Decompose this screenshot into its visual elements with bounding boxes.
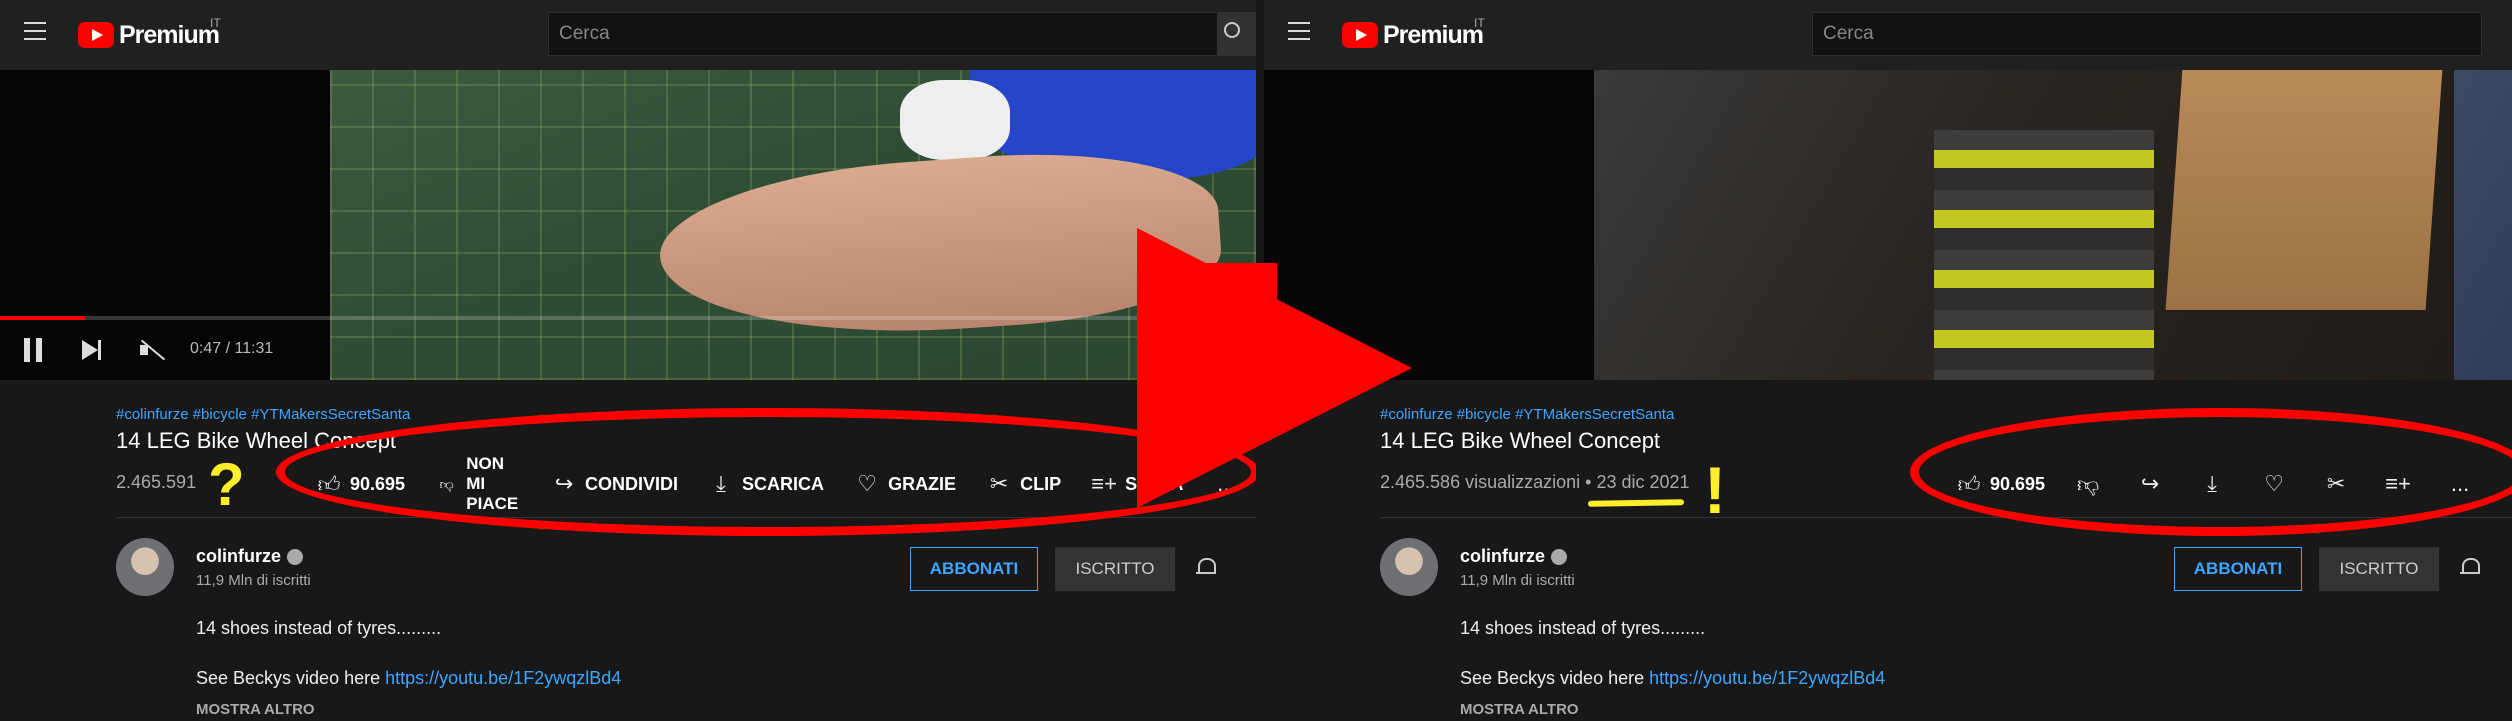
avatar[interactable] bbox=[116, 538, 174, 596]
bell-icon[interactable] bbox=[1196, 556, 1216, 578]
transition-arrow-icon bbox=[1137, 228, 1412, 508]
top-bar: Premium IT bbox=[1264, 0, 2512, 70]
thumbs-up-icon: 👍︎ bbox=[317, 471, 341, 497]
search-box[interactable] bbox=[548, 12, 1218, 56]
download-button[interactable]: ⤓ SCARICA bbox=[708, 471, 824, 497]
youtube-play-icon bbox=[78, 22, 114, 48]
hashtags[interactable]: #colinfurze #bicycle #YTMakersSecretSant… bbox=[116, 406, 410, 423]
search-input[interactable] bbox=[549, 13, 1217, 55]
video-info: #colinfurze #bicycle #YTMakersSecretSant… bbox=[1264, 380, 2512, 721]
progress-bar[interactable] bbox=[0, 316, 1256, 320]
divider bbox=[116, 517, 1256, 518]
pause-icon[interactable] bbox=[24, 338, 44, 362]
dislike-button[interactable]: 👎︎ bbox=[2075, 471, 2101, 497]
super-thanks-icon: ♡ bbox=[2264, 471, 2284, 496]
description-line: 14 shoes instead of tyres......... bbox=[196, 618, 442, 638]
download-icon: ⤓ bbox=[716, 471, 726, 496]
subscriber-count: 11,9 Mln di iscritti bbox=[1460, 572, 1575, 589]
share-icon: ↪ bbox=[2140, 471, 2160, 496]
download-icon: ⤓ bbox=[2207, 471, 2217, 496]
search-box[interactable] bbox=[1812, 12, 2482, 56]
subscribed-button[interactable]: ISCRITTO bbox=[2319, 547, 2439, 591]
subscribed-button[interactable]: ISCRITTO bbox=[1055, 547, 1175, 591]
hashtags[interactable]: #colinfurze #bicycle #YTMakersSecretSant… bbox=[1380, 406, 1674, 423]
video-player[interactable] bbox=[1264, 70, 2512, 380]
time-display: 0:47 / 11:31 bbox=[190, 340, 274, 357]
share-icon: ↪ bbox=[554, 471, 574, 496]
youtube-premium-logo[interactable]: Premium IT bbox=[78, 16, 221, 50]
player-controls: 0:47 / 11:31 bbox=[0, 328, 1256, 372]
top-bar: Premium IT bbox=[0, 0, 1256, 70]
logo-region: IT bbox=[210, 16, 221, 30]
thumbs-down-icon: 👎︎ bbox=[2076, 471, 2100, 497]
next-icon[interactable] bbox=[82, 340, 101, 360]
show-more-button[interactable]: MOSTRA ALTRO bbox=[1460, 701, 1579, 718]
scissors-icon: ✂ bbox=[989, 471, 1009, 496]
download-button[interactable]: ⤓ bbox=[2199, 471, 2225, 497]
divider bbox=[1380, 517, 2512, 518]
subscriber-count: 11,9 Mln di iscritti bbox=[196, 572, 311, 589]
video-info: #colinfurze #bicycle #YTMakersSecretSant… bbox=[0, 380, 1256, 721]
super-thanks-icon: ♡ bbox=[857, 471, 877, 496]
upload-date: 23 dic 2021 bbox=[1596, 472, 1690, 492]
youtube-premium-logo[interactable]: Premium IT bbox=[1342, 16, 1485, 50]
verified-icon bbox=[287, 549, 304, 566]
annotation-question-mark: ? bbox=[208, 451, 245, 518]
screenshot-before: Premium IT 0:47 / 11:31 #colinfurze #bic… bbox=[0, 0, 1256, 721]
description-link[interactable]: https://youtu.be/1F2ywqzlBd4 bbox=[1649, 668, 1885, 688]
add-to-playlist-icon: ≡+ bbox=[1091, 471, 1117, 496]
like-button[interactable]: 👍︎ 90.695 bbox=[1956, 471, 2046, 497]
logo-wordmark: Premium bbox=[1383, 20, 1484, 49]
view-stats: 2.465.586 visualizzazioni • 23 dic 2021 bbox=[1380, 472, 1690, 493]
thumbs-down-icon: 👎︎ bbox=[439, 475, 454, 492]
action-bar: 👍︎ 90.695 👎︎ ↪ ⤓ ♡ ✂ ≡+ ... bbox=[1956, 462, 2509, 506]
verified-icon bbox=[1551, 549, 1568, 566]
mute-icon[interactable] bbox=[140, 338, 166, 362]
save-button[interactable]: ≡+ bbox=[2385, 471, 2411, 497]
search-input[interactable] bbox=[1813, 13, 2481, 55]
video-frame bbox=[1594, 70, 2512, 380]
more-icon: ... bbox=[2450, 471, 2470, 496]
description-line: 14 shoes instead of tyres......... bbox=[1460, 618, 1706, 638]
progress-fill bbox=[0, 316, 86, 320]
video-title: 14 LEG Bike Wheel Concept bbox=[1380, 428, 1661, 453]
like-button[interactable]: 👍︎ 90.695 bbox=[316, 471, 406, 497]
menu-icon[interactable] bbox=[24, 22, 46, 40]
menu-icon[interactable] bbox=[1288, 22, 1310, 40]
avatar[interactable] bbox=[1380, 538, 1438, 596]
thanks-button[interactable]: ♡ GRAZIE bbox=[854, 471, 956, 497]
share-button[interactable]: ↪ bbox=[2137, 471, 2163, 497]
subscribe-button[interactable]: ABBONATI bbox=[910, 547, 1038, 591]
video-player[interactable]: 0:47 / 11:31 bbox=[0, 70, 1256, 380]
youtube-play-icon bbox=[1342, 22, 1378, 48]
dislike-button[interactable]: 👎︎ NON MI PIACE bbox=[435, 454, 521, 514]
search-icon[interactable] bbox=[1218, 12, 1256, 56]
description-line: See Beckys video here https://youtu.be/1… bbox=[1460, 668, 1886, 688]
screenshot-after: Premium IT #colinfurze #bicycle #YTMaker… bbox=[1264, 0, 2512, 721]
show-more-button[interactable]: MOSTRA ALTRO bbox=[196, 701, 315, 718]
description-line: See Beckys video here https://youtu.be/1… bbox=[196, 668, 622, 688]
separator: • bbox=[1585, 472, 1592, 492]
thumbs-up-icon: 👍︎ bbox=[1957, 471, 1981, 497]
logo-wordmark: Premium bbox=[119, 20, 220, 49]
channel-name[interactable]: colinfurze bbox=[196, 546, 304, 567]
action-bar: 👍︎ 90.695 👎︎ NON MI PIACE ↪ CONDIVIDI ⤓ SCARI… bbox=[316, 454, 1256, 513]
clip-button[interactable]: ✂ CLIP bbox=[986, 471, 1061, 497]
view-count: 2.465.591 bbox=[116, 472, 197, 492]
description-link[interactable]: https://youtu.be/1F2ywqzlBd4 bbox=[385, 668, 621, 688]
bell-icon[interactable] bbox=[2460, 556, 2480, 578]
more-button[interactable]: ... bbox=[2447, 471, 2473, 497]
channel-name[interactable]: colinfurze bbox=[1460, 546, 1568, 567]
annotation-exclamation: ! bbox=[1704, 453, 1726, 527]
add-to-playlist-icon: ≡+ bbox=[2385, 471, 2411, 496]
scissors-icon: ✂ bbox=[2326, 471, 2346, 496]
thanks-button[interactable]: ♡ bbox=[2261, 471, 2287, 497]
clip-button[interactable]: ✂ bbox=[2323, 471, 2349, 497]
subscribe-button[interactable]: ABBONATI bbox=[2174, 547, 2302, 591]
share-button[interactable]: ↪ CONDIVIDI bbox=[551, 471, 678, 497]
video-title: 14 LEG Bike Wheel Concept bbox=[116, 428, 397, 453]
logo-region: IT bbox=[1474, 16, 1485, 30]
